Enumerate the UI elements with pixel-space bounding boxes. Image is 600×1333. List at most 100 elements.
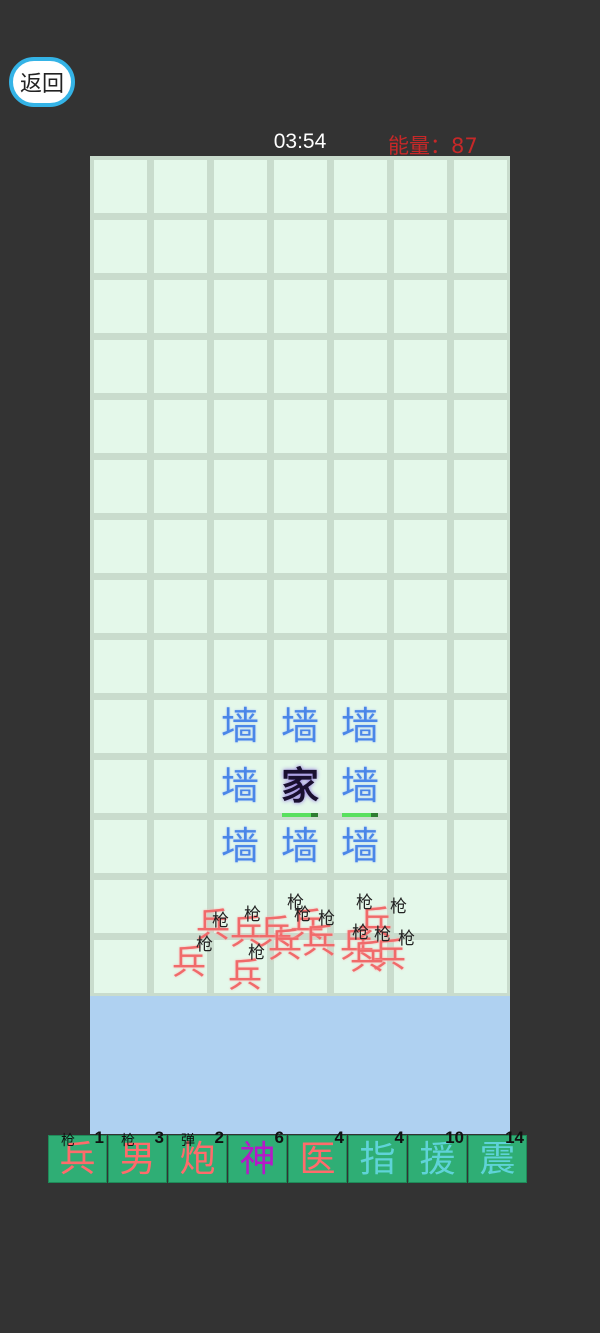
unit-card[interactable]: 炮弹2 (168, 1128, 227, 1183)
board-cell[interactable] (213, 219, 267, 273)
unit-card[interactable]: 兵枪1 (48, 1128, 107, 1183)
board-cell[interactable] (153, 579, 207, 633)
board-cell[interactable] (453, 639, 507, 693)
board-cell[interactable] (93, 519, 147, 573)
card-cost: 14 (505, 1128, 524, 1147)
board-cell[interactable] (93, 939, 147, 993)
board-cell[interactable] (453, 459, 507, 513)
board-cell[interactable] (273, 279, 327, 333)
board-cell[interactable] (93, 159, 147, 213)
unit-card[interactable]: 援 10 (408, 1128, 467, 1183)
board-cell[interactable] (453, 759, 507, 813)
board-cell[interactable] (453, 519, 507, 573)
board-cell[interactable] (393, 699, 447, 753)
board-cell[interactable] (333, 459, 387, 513)
soldier-unit: 兵 (268, 926, 302, 966)
board-cell[interactable] (333, 399, 387, 453)
board-cell[interactable] (333, 339, 387, 393)
board-cell[interactable] (213, 339, 267, 393)
board-cell[interactable] (153, 339, 207, 393)
back-button[interactable]: 返回 (9, 57, 75, 107)
board-cell[interactable] (153, 819, 207, 873)
board-cell[interactable] (333, 519, 387, 573)
board-cell[interactable] (153, 219, 207, 273)
board-cell[interactable] (453, 159, 507, 213)
board-cell[interactable] (393, 399, 447, 453)
board-cell[interactable] (453, 939, 507, 993)
board-cell[interactable] (93, 759, 147, 813)
board-cell[interactable] (153, 759, 207, 813)
board-cell[interactable] (93, 459, 147, 513)
board-cell[interactable] (213, 579, 267, 633)
board-cell[interactable] (213, 159, 267, 213)
board-cell[interactable] (393, 279, 447, 333)
board-cell[interactable] (153, 639, 207, 693)
unit-card[interactable]: 男枪3 (108, 1128, 167, 1183)
board-cell[interactable] (453, 699, 507, 753)
board-cell[interactable] (273, 639, 327, 693)
energy-value: 87 (451, 134, 478, 158)
board-cell[interactable] (393, 219, 447, 273)
gun-marker: 枪 (374, 925, 391, 945)
board-cell[interactable] (453, 219, 507, 273)
board-cell[interactable] (93, 579, 147, 633)
unit-card[interactable]: 震 14 (468, 1128, 527, 1183)
board-cell[interactable] (153, 399, 207, 453)
board-cell[interactable] (213, 399, 267, 453)
board-cell[interactable] (453, 339, 507, 393)
board-cell[interactable] (453, 579, 507, 633)
board-cell[interactable] (213, 639, 267, 693)
board-cell[interactable] (93, 219, 147, 273)
board-cell[interactable] (333, 579, 387, 633)
board-cell[interactable] (393, 519, 447, 573)
board-cell[interactable] (273, 219, 327, 273)
board-cell[interactable] (273, 159, 327, 213)
board-cell[interactable] (93, 819, 147, 873)
board-cell[interactable] (393, 459, 447, 513)
board-cell[interactable] (213, 279, 267, 333)
unit-card[interactable]: 神6 (228, 1128, 287, 1183)
board-cell[interactable] (393, 819, 447, 873)
gun-marker: 枪 (390, 897, 407, 917)
board-cell[interactable] (153, 699, 207, 753)
board-cell[interactable] (213, 459, 267, 513)
board-cell[interactable] (93, 279, 147, 333)
board-cell[interactable] (393, 759, 447, 813)
board-cell[interactable] (93, 879, 147, 933)
unit-card[interactable]: 指4 (348, 1128, 407, 1183)
board-cell[interactable] (153, 519, 207, 573)
card-cost: 1 (94, 1128, 104, 1147)
board-cell[interactable] (93, 639, 147, 693)
board-cell[interactable] (153, 459, 207, 513)
unit-card[interactable]: 医4 (288, 1128, 347, 1183)
home-piece: 家 (280, 763, 319, 808)
board-cell[interactable] (273, 519, 327, 573)
wall-piece: 墙 (280, 704, 319, 748)
gun-marker: 枪 (318, 909, 335, 929)
card-cost: 6 (274, 1128, 284, 1147)
board-cell[interactable] (153, 279, 207, 333)
board-cell[interactable] (453, 879, 507, 933)
board-cell[interactable] (453, 279, 507, 333)
board-cell[interactable] (213, 519, 267, 573)
board-cell[interactable] (273, 399, 327, 453)
board-cell[interactable] (393, 159, 447, 213)
board-cell[interactable] (93, 339, 147, 393)
board-cell[interactable] (93, 399, 147, 453)
board-cell[interactable] (453, 819, 507, 873)
board-cell[interactable] (333, 159, 387, 213)
board-cell[interactable] (273, 579, 327, 633)
board-cell[interactable] (333, 279, 387, 333)
board-cell[interactable] (333, 639, 387, 693)
board-cell[interactable] (453, 399, 507, 453)
board-cell[interactable] (393, 639, 447, 693)
board-cell[interactable] (273, 339, 327, 393)
board-cell[interactable] (393, 339, 447, 393)
board-cell[interactable] (93, 699, 147, 753)
board-cell[interactable] (333, 219, 387, 273)
wall-piece: 墙 (220, 764, 259, 808)
gun-marker: 枪 (248, 943, 265, 963)
board-cell[interactable] (393, 579, 447, 633)
board-cell[interactable] (273, 459, 327, 513)
board-cell[interactable] (153, 159, 207, 213)
